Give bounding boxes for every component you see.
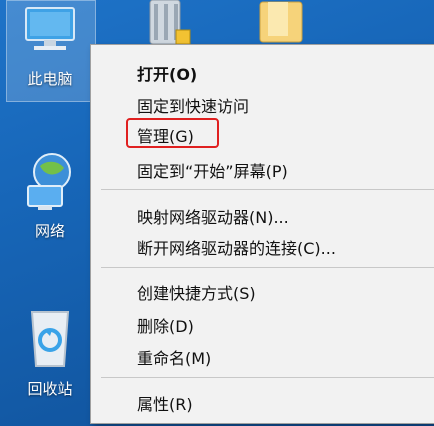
menu-item-delete[interactable]: 删除(D) bbox=[137, 313, 194, 337]
desktop-icon-recycle-bin[interactable]: 回收站 bbox=[8, 306, 92, 399]
top-folder-icon[interactable] bbox=[256, 0, 306, 48]
network-globe-icon bbox=[27, 153, 71, 210]
menu-separator bbox=[101, 189, 434, 190]
menu-separator bbox=[101, 267, 434, 268]
top-bin-icon[interactable] bbox=[140, 0, 192, 48]
menu-item-pin-start[interactable]: 固定到“开始”屏幕(P) bbox=[137, 158, 288, 182]
menu-separator bbox=[101, 377, 434, 378]
desktop-icon-label: 网络 bbox=[34, 222, 65, 240]
menu-item-map-network-drive[interactable]: 映射网络驱动器(N)... bbox=[137, 204, 289, 228]
recycle-bin-icon bbox=[30, 311, 70, 367]
menu-item-open[interactable]: 打开(O) bbox=[137, 61, 197, 85]
desktop-icon-network[interactable]: 网络 bbox=[8, 148, 92, 241]
menu-item-properties[interactable]: 属性(R) bbox=[137, 391, 193, 415]
desktop-icon-label: 回收站 bbox=[27, 380, 73, 398]
menu-item-pin-quick-access[interactable]: 固定到快速访问 bbox=[137, 93, 249, 117]
computer-icon bbox=[25, 7, 75, 50]
menu-item-create-shortcut[interactable]: 创建快捷方式(S) bbox=[137, 280, 256, 304]
menu-item-disconnect-network-drive[interactable]: 断开网络驱动器的连接(C)... bbox=[137, 235, 336, 259]
context-menu: 打开(O) 固定到快速访问 管理(G) 固定到“开始”屏幕(P) 映射网络驱动器… bbox=[90, 44, 434, 424]
menu-item-rename[interactable]: 重命名(M) bbox=[137, 345, 211, 369]
desktop-icon-label: 此电脑 bbox=[27, 70, 73, 88]
desktop-icon-this-pc[interactable]: 此电脑 bbox=[8, 4, 92, 89]
manage-highlight-box bbox=[126, 118, 219, 148]
